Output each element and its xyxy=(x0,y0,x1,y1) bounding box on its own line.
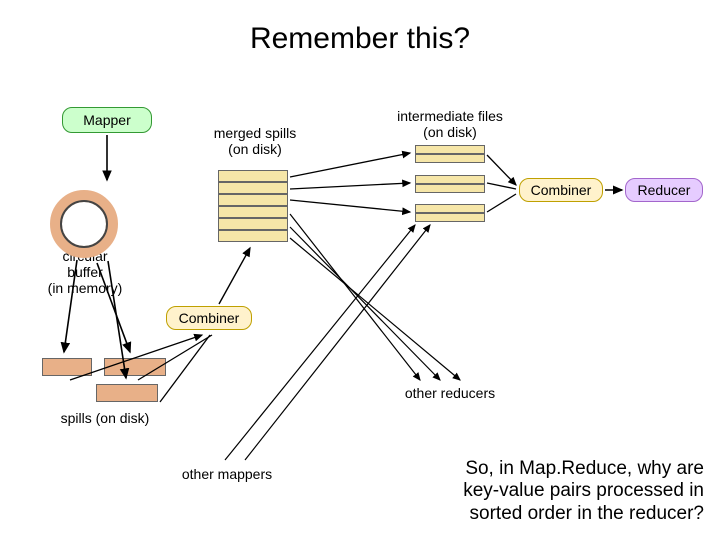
intermediate-stack-1 xyxy=(415,145,485,163)
footer-question: So, in Map.Reduce, why are key-value pai… xyxy=(439,458,704,526)
spill-block-1 xyxy=(42,358,92,376)
page-title: Remember this? xyxy=(0,22,720,56)
spills-label: spills (on disk) xyxy=(50,410,160,426)
combiner-node-right: Combiner xyxy=(519,178,603,202)
other-reducers-label: other reducers xyxy=(390,385,510,401)
intermediate-stack-2 xyxy=(415,175,485,193)
merged-spills-stack xyxy=(218,170,288,242)
spill-block-3 xyxy=(96,384,158,402)
other-mappers-label: other mappers xyxy=(172,466,282,482)
mapper-node: Mapper xyxy=(62,107,152,133)
reducer-node: Reducer xyxy=(625,178,703,202)
intermediate-stack-3 xyxy=(415,204,485,222)
merged-spills-label: merged spills (on disk) xyxy=(200,125,310,157)
combiner-node-below: Combiner xyxy=(166,306,252,330)
spill-block-2 xyxy=(104,358,166,376)
intermediate-files-label: intermediate files (on disk) xyxy=(384,108,516,140)
circular-buffer-inner-ring xyxy=(60,200,108,248)
